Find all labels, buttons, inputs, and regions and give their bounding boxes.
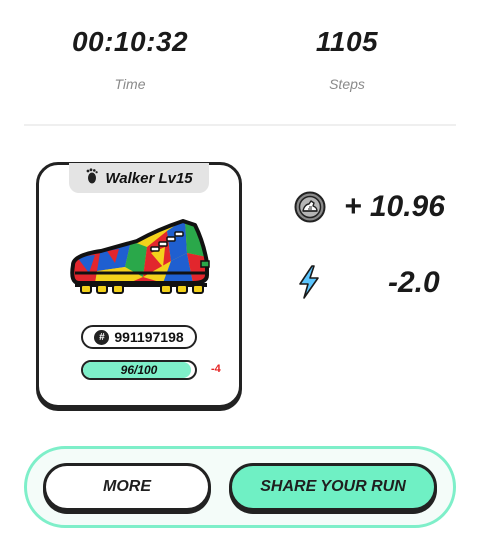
steps-value: 1105	[315, 26, 379, 57]
share-run-button[interactable]: SHARE YOUR RUN	[229, 463, 437, 511]
energy-reward: -2.0	[296, 264, 440, 300]
durability-bar: 96/100	[81, 360, 197, 380]
sneaker-id: 991197198	[114, 329, 184, 345]
time-value: 00:10:32	[71, 26, 189, 57]
divider	[24, 124, 456, 126]
durability-text: 96/100	[120, 363, 158, 377]
coin-reward-value: + 10.96	[344, 190, 445, 223]
time-stat: 00:10:32 Time	[40, 26, 220, 92]
time-label: Time	[114, 76, 146, 92]
action-button-tray: MORE SHARE YOUR RUN	[24, 446, 456, 528]
lightning-bolt-icon	[296, 264, 322, 300]
sneaker-card[interactable]: Walker Lv15 # 991197198 96/100 -4	[36, 162, 242, 408]
steps-stat: 1105 Steps	[262, 26, 432, 92]
coin-icon	[294, 191, 326, 223]
steps-label: Steps	[329, 76, 365, 92]
durability-delta: -4	[211, 363, 221, 375]
sneaker-level-tab: Walker Lv15	[69, 163, 209, 193]
coin-reward: + 10.96	[294, 190, 445, 224]
hash-icon: #	[94, 329, 110, 345]
more-button[interactable]: MORE	[43, 463, 211, 511]
footprint-icon	[85, 167, 99, 189]
sneaker-id-badge: # 991197198	[81, 325, 197, 349]
sneaker-level-label: Walker Lv15	[105, 169, 193, 187]
energy-reward-value: -2.0	[388, 266, 440, 299]
sneaker-image	[67, 217, 217, 304]
